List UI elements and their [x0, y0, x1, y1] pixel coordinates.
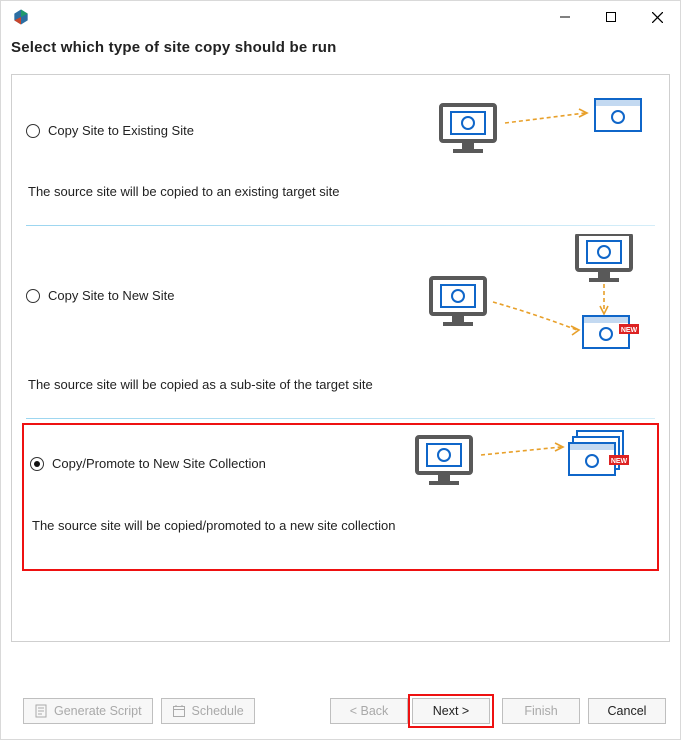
option-copy-new-site[interactable]: Copy Site to New Site [20, 230, 661, 414]
wizard-footer: Generate Script Schedule < Back Next > F… [1, 683, 680, 739]
generate-script-button[interactable]: Generate Script [23, 698, 153, 724]
radio-copy-promote-collection[interactable] [30, 457, 44, 471]
app-logo-icon [11, 7, 31, 27]
window-controls [542, 2, 680, 32]
next-button-highlight: Next > [408, 694, 494, 728]
schedule-icon [172, 704, 186, 718]
close-button[interactable] [634, 2, 680, 32]
titlebar [1, 1, 680, 33]
svg-text:NEW: NEW [621, 327, 638, 334]
page-title: Select which type of site copy should be… [1, 33, 680, 74]
option-desc: The source site will be copied/promoted … [30, 518, 651, 533]
next-button[interactable]: Next > [412, 698, 490, 724]
option-label: Copy Site to New Site [48, 288, 174, 303]
button-label: Generate Script [54, 704, 142, 718]
option-copy-existing[interactable]: Copy Site to Existing Site [20, 93, 661, 221]
graphic-copy-existing [435, 97, 655, 164]
svg-text:NEW: NEW [611, 458, 628, 465]
radio-copy-existing[interactable] [26, 124, 40, 138]
option-desc: The source site will be copied to an exi… [26, 184, 655, 199]
options-panel: Copy Site to Existing Site [11, 74, 670, 642]
graphic-copy-promote-collection: NEW [411, 429, 651, 498]
option-desc: The source site will be copied as a sub-… [26, 377, 655, 392]
separator [26, 225, 655, 226]
script-icon [34, 704, 48, 718]
option-label: Copy/Promote to New Site Collection [52, 456, 266, 471]
option-label: Copy Site to Existing Site [48, 123, 194, 138]
graphic-copy-new-site: NEW [425, 234, 655, 357]
minimize-button[interactable] [542, 2, 588, 32]
radio-copy-new-site[interactable] [26, 289, 40, 303]
schedule-button[interactable]: Schedule [161, 698, 255, 724]
separator [26, 418, 655, 419]
finish-button[interactable]: Finish [502, 698, 580, 724]
option-copy-promote-collection[interactable]: Copy/Promote to New Site Collection [22, 423, 659, 571]
cancel-button[interactable]: Cancel [588, 698, 666, 724]
maximize-button[interactable] [588, 2, 634, 32]
button-label: Schedule [192, 704, 244, 718]
back-button[interactable]: < Back [330, 698, 408, 724]
